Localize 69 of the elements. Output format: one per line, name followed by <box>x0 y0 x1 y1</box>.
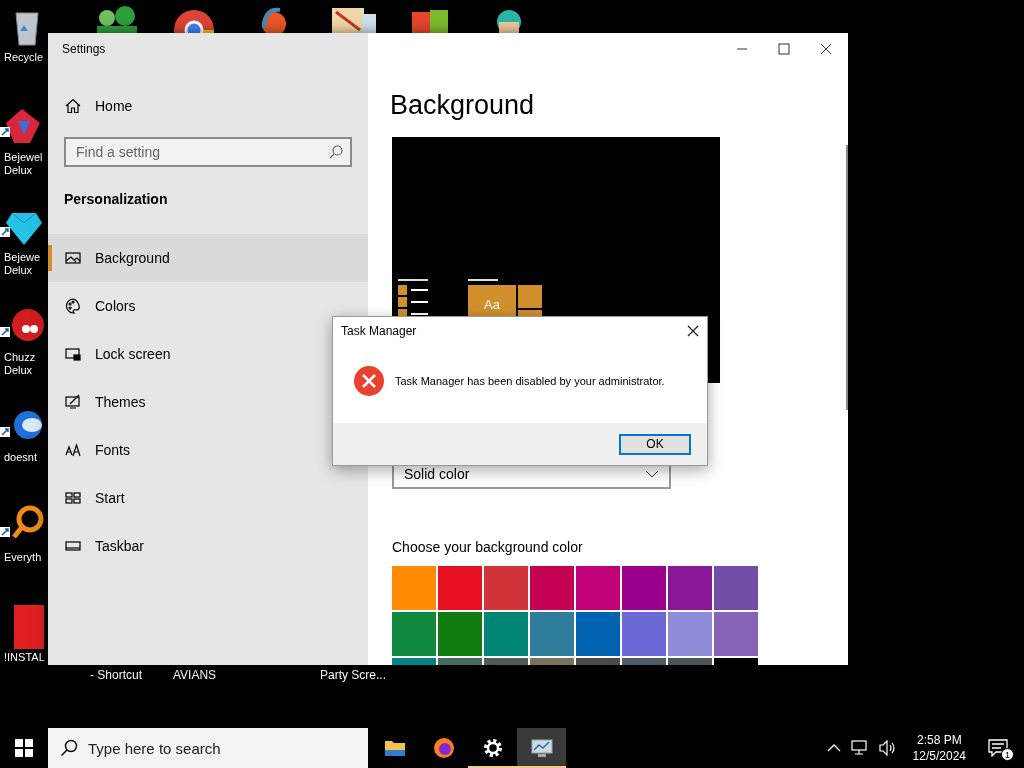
desktop-icon-label[interactable]: Party Scre... <box>320 668 387 682</box>
nav-item[interactable]: Background <box>48 234 368 282</box>
start-icon <box>65 490 81 506</box>
desktop-icon-label[interactable]: - Shortcut <box>90 668 143 682</box>
message-icon <box>988 739 1008 757</box>
maximize-icon[interactable] <box>778 43 790 55</box>
network-icon <box>850 740 869 756</box>
ok-button[interactable]: OK <box>619 433 691 455</box>
color-swatch[interactable] <box>714 566 758 610</box>
dialog-title: Task Manager <box>341 324 417 338</box>
color-swatch[interactable] <box>622 612 666 656</box>
home-nav-item[interactable]: Home <box>48 82 368 130</box>
color-swatch[interactable] <box>392 612 436 656</box>
tile-text: Aa <box>484 297 500 312</box>
section-title: Personalization <box>63 190 169 209</box>
color-swatch[interactable] <box>622 566 666 610</box>
lock-screen-icon <box>65 346 81 362</box>
brush-icon <box>65 394 81 410</box>
desktop-icon-label[interactable]: Everyth <box>0 551 46 564</box>
scrollbar[interactable] <box>846 145 848 410</box>
colors-label: Choose your background color <box>392 539 584 557</box>
color-swatch[interactable] <box>576 566 620 610</box>
error-icon <box>353 365 385 397</box>
time-text: 2:58 PM <box>916 732 962 748</box>
taskbar-search-field[interactable]: Type here to search <box>48 728 368 768</box>
window-title: Settings <box>61 41 107 58</box>
desktop-icon-label[interactable]: Bejewe Delux <box>0 251 46 277</box>
chevron-down-icon <box>645 470 659 478</box>
search-field[interactable]: Find a setting <box>64 137 352 167</box>
desktop-icon-label[interactable]: Recycle <box>0 51 46 64</box>
picture-icon <box>65 250 81 266</box>
color-swatch[interactable] <box>668 566 712 610</box>
close-icon[interactable] <box>687 325 699 337</box>
color-swatch[interactable] <box>576 612 620 656</box>
notification-count: 1 <box>1001 748 1014 761</box>
date-text: 12/5/2024 <box>912 748 966 764</box>
desktop-icon-label[interactable]: !INSTAL <box>0 651 46 664</box>
close-icon[interactable] <box>820 43 832 55</box>
palette-icon <box>65 298 81 314</box>
desktop-icon-label[interactable]: Bejewel Delux <box>0 151 46 177</box>
clock[interactable]: 2:58 PM 12/5/2024 <box>904 732 974 764</box>
fonts-icon <box>65 442 81 458</box>
desktop-icon-label[interactable]: doesnt <box>0 451 46 464</box>
desktop-icon-label[interactable]: AVIANS <box>173 668 217 682</box>
home-icon <box>65 98 81 114</box>
color-swatch[interactable] <box>484 566 528 610</box>
nav-item[interactable]: Taskbar <box>48 522 368 570</box>
monitor-icon <box>529 736 554 760</box>
chevron-up-icon <box>826 743 841 753</box>
color-swatch[interactable] <box>438 612 482 656</box>
dialog-message: Task Manager has been disabled by your administrator. <box>395 375 665 387</box>
color-swatch[interactable] <box>530 612 574 656</box>
desktop-icon-label[interactable]: Chuzz Delux <box>0 351 46 377</box>
color-swatch[interactable] <box>668 612 712 656</box>
nav-item[interactable]: Start <box>48 474 368 522</box>
search-icon <box>329 145 343 159</box>
color-swatch[interactable] <box>530 566 574 610</box>
taskbar-app-button[interactable] <box>517 728 566 768</box>
speaker-icon <box>878 740 897 756</box>
color-swatch[interactable] <box>714 612 758 656</box>
search-icon <box>60 739 78 757</box>
color-swatch[interactable] <box>392 566 436 610</box>
nav-item[interactable]: Fonts <box>48 426 368 474</box>
color-swatch[interactable] <box>438 566 482 610</box>
page-heading: Background <box>390 89 536 121</box>
taskbar-icon <box>65 538 81 554</box>
windows-icon <box>15 739 33 757</box>
color-swatch[interactable] <box>484 612 528 656</box>
nav-item[interactable]: Themes <box>48 378 368 426</box>
